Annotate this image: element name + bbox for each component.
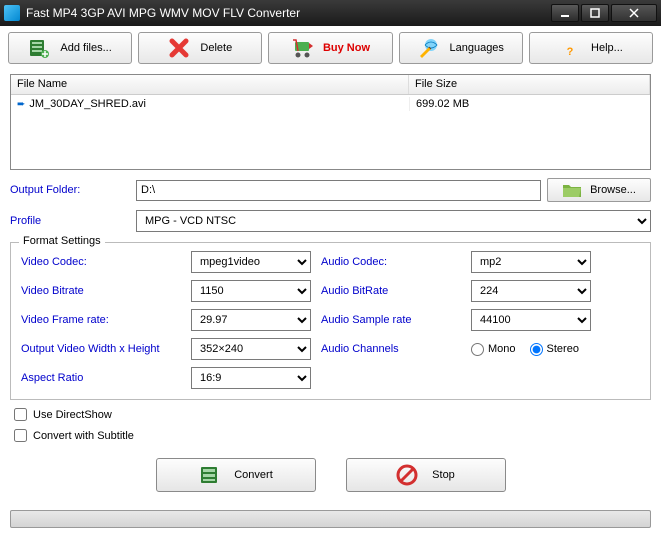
languages-button[interactable]: Languages (399, 32, 523, 64)
stop-icon (396, 464, 418, 486)
convert-button[interactable]: Convert (156, 458, 316, 492)
audio-sample-label: Audio Sample rate (321, 314, 471, 326)
cart-icon (291, 37, 313, 59)
output-folder-label: Output Folder: (10, 184, 130, 196)
file-size-cell: 699.02 MB (409, 97, 650, 111)
subtitle-label[interactable]: Convert with Subtitle (33, 430, 134, 442)
audio-bitrate-select[interactable]: 224 (471, 280, 591, 302)
folder-icon (562, 182, 582, 198)
browse-button[interactable]: Browse... (547, 178, 651, 202)
help-label: Help... (591, 42, 623, 54)
add-files-button[interactable]: Add files... (8, 32, 132, 64)
aspect-ratio-select[interactable]: 16:9 (191, 367, 311, 389)
video-bitrate-select[interactable]: 1150 (191, 280, 311, 302)
progress-bar (10, 510, 651, 528)
minimize-button[interactable] (551, 4, 579, 22)
pen-globe-icon (417, 37, 439, 59)
delete-label: Delete (200, 42, 232, 54)
buy-now-button[interactable]: Buy Now (268, 32, 392, 64)
svg-text:?: ? (567, 46, 574, 58)
window-title: Fast MP4 3GP AVI MPG WMV MOV FLV Convert… (26, 6, 549, 20)
buy-now-label: Buy Now (323, 42, 370, 54)
help-button[interactable]: ? Help... (529, 32, 653, 64)
file-name-cell: JM_30DAY_SHRED.avi (29, 98, 146, 110)
browse-label: Browse... (590, 184, 636, 196)
video-fps-select[interactable]: 29.97 (191, 309, 311, 331)
convert-label: Convert (234, 469, 273, 481)
languages-label: Languages (449, 42, 503, 54)
film-convert-icon (198, 464, 220, 486)
video-codec-select[interactable]: mpeg1video (191, 251, 311, 273)
directshow-label[interactable]: Use DirectShow (33, 409, 112, 421)
profile-select[interactable]: MPG - VCD NTSC (136, 210, 651, 232)
file-list-table[interactable]: File Name File Size ➨ JM_30DAY_SHRED.avi… (10, 74, 651, 170)
video-codec-label: Video Codec: (21, 256, 191, 268)
close-button[interactable] (611, 4, 657, 22)
video-size-select[interactable]: 352×240 (191, 338, 311, 360)
file-list-header: File Name File Size (11, 75, 650, 95)
directshow-checkbox[interactable] (14, 408, 27, 421)
table-row[interactable]: ➨ JM_30DAY_SHRED.avi 699.02 MB (11, 95, 650, 113)
profile-label: Profile (10, 215, 130, 227)
audio-codec-select[interactable]: mp2 (471, 251, 591, 273)
app-icon (4, 5, 20, 21)
video-bitrate-label: Video Bitrate (21, 285, 191, 297)
file-arrow-icon: ➨ (17, 99, 25, 110)
audio-channels-label: Audio Channels (321, 343, 471, 355)
delete-x-icon (168, 37, 190, 59)
video-size-label: Output Video Width x Height (21, 343, 191, 355)
audio-bitrate-label: Audio BitRate (321, 285, 471, 297)
add-files-label: Add files... (60, 42, 111, 54)
aspect-ratio-label: Aspect Ratio (21, 372, 191, 384)
format-settings-group: Format Settings Video Codec: mpeg1video … (10, 242, 651, 400)
stereo-radio[interactable] (530, 343, 543, 356)
mono-radio[interactable] (471, 343, 484, 356)
titlebar: Fast MP4 3GP AVI MPG WMV MOV FLV Convert… (0, 0, 661, 26)
video-fps-label: Video Frame rate: (21, 314, 191, 326)
main-toolbar: Add files... Delete Buy Now Languages ? … (0, 26, 661, 70)
subtitle-checkbox[interactable] (14, 429, 27, 442)
stereo-radio-label[interactable]: Stereo (530, 343, 579, 356)
delete-button[interactable]: Delete (138, 32, 262, 64)
stop-label: Stop (432, 469, 455, 481)
output-folder-input[interactable] (136, 180, 541, 201)
stop-button[interactable]: Stop (346, 458, 506, 492)
film-add-icon (28, 37, 50, 59)
format-settings-legend: Format Settings (19, 235, 105, 247)
help-icon: ? (559, 37, 581, 59)
column-filesize[interactable]: File Size (409, 75, 650, 94)
audio-sample-select[interactable]: 44100 (471, 309, 591, 331)
maximize-button[interactable] (581, 4, 609, 22)
mono-radio-label[interactable]: Mono (471, 343, 516, 356)
column-filename[interactable]: File Name (11, 75, 409, 94)
audio-codec-label: Audio Codec: (321, 256, 471, 268)
